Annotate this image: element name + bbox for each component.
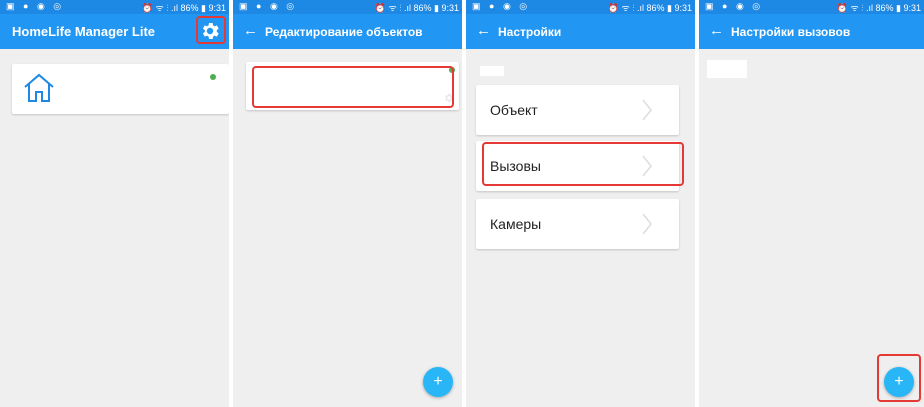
panel-edit-objects: ▣ ● ◉ ◎ ⏰ ᯤ ⫶ .ıl 86% ▮ 9:31 ← Редактиро…: [233, 0, 462, 407]
menu-item-object[interactable]: Объект: [476, 85, 679, 135]
object-card[interactable]: [12, 64, 229, 114]
app-bar: ← Настройки: [466, 14, 695, 49]
back-arrow-icon[interactable]: ←: [709, 22, 724, 39]
status-dot: [210, 74, 216, 80]
system-status: ⏰ ᯤ ⫶ .ıl 86% ▮ 9:31: [607, 3, 692, 13]
chevron-right-icon: [642, 213, 652, 235]
notification-icons: ▣ ● ◉ ◎: [239, 1, 298, 11]
page-title: Редактирование объектов: [265, 25, 423, 39]
notification-icons: ▣ ● ◉ ◎: [6, 1, 65, 11]
page-title: Настройки: [498, 25, 562, 39]
add-object-button[interactable]: +: [423, 367, 453, 397]
notification-icons: ▣ ● ◉ ◎: [472, 1, 531, 11]
app-title: HomeLife Manager Lite: [12, 24, 156, 39]
object-highlight: [252, 66, 454, 108]
notification-icons: ▣ ● ◉ ◎: [705, 1, 764, 11]
app-bar: ← Настройки вызовов: [699, 14, 924, 49]
back-arrow-icon[interactable]: ←: [476, 22, 491, 39]
system-status: ⏰ ᯤ ⫶ .ıl 86% ▮ 9:31: [141, 3, 226, 13]
page-title: Настройки вызовов: [731, 25, 851, 39]
status-bar: ▣ ● ◉ ◎ ⏰ ᯤ ⫶ .ıl 86% ▮ 9:31: [233, 0, 462, 14]
blank-label: [707, 60, 747, 78]
menu-item-label: Камеры: [490, 216, 542, 232]
status-bar: ▣ ● ◉ ◎ ⏰ ᯤ ⫶ .ıl 86% ▮ 9:31: [0, 0, 229, 14]
back-arrow-icon[interactable]: ←: [243, 22, 258, 39]
calls-highlight: [482, 142, 684, 186]
panel-settings: ▣ ● ◉ ◎ ⏰ ᯤ ⫶ .ıl 86% ▮ 9:31 ← Настройки…: [466, 0, 695, 407]
panel-call-settings: ▣ ● ◉ ◎ ⏰ ᯤ ⫶ .ıl 86% ▮ 9:31 ← Настройки…: [699, 0, 924, 407]
home-icon: [24, 73, 54, 102]
menu-item-cameras[interactable]: Камеры: [476, 199, 679, 249]
app-bar: ← Редактирование объектов: [233, 14, 462, 49]
chevron-right-icon: [642, 99, 652, 121]
add-call-highlight: [877, 354, 921, 402]
status-bar: ▣ ● ◉ ◎ ⏰ ᯤ ⫶ .ıl 86% ▮ 9:31: [466, 0, 695, 14]
system-status: ⏰ ᯤ ⫶ .ıl 86% ▮ 9:31: [374, 3, 459, 13]
app-bar: HomeLife Manager Lite: [0, 14, 229, 49]
status-bar: ▣ ● ◉ ◎ ⏰ ᯤ ⫶ .ıl 86% ▮ 9:31: [699, 0, 924, 14]
settings-highlight: [196, 16, 226, 44]
system-status: ⏰ ᯤ ⫶ .ıl 86% ▮ 9:31: [836, 3, 921, 13]
menu-item-label: Объект: [490, 102, 538, 118]
blank-label: [480, 66, 504, 76]
panel-home: ▣ ● ◉ ◎ ⏰ ᯤ ⫶ .ıl 86% ▮ 9:31 HomeLife Ma…: [0, 0, 229, 407]
screenshot-strip: ▣ ● ◉ ◎ ⏰ ᯤ ⫶ .ıl 86% ▮ 9:31 HomeLife Ma…: [0, 0, 924, 407]
